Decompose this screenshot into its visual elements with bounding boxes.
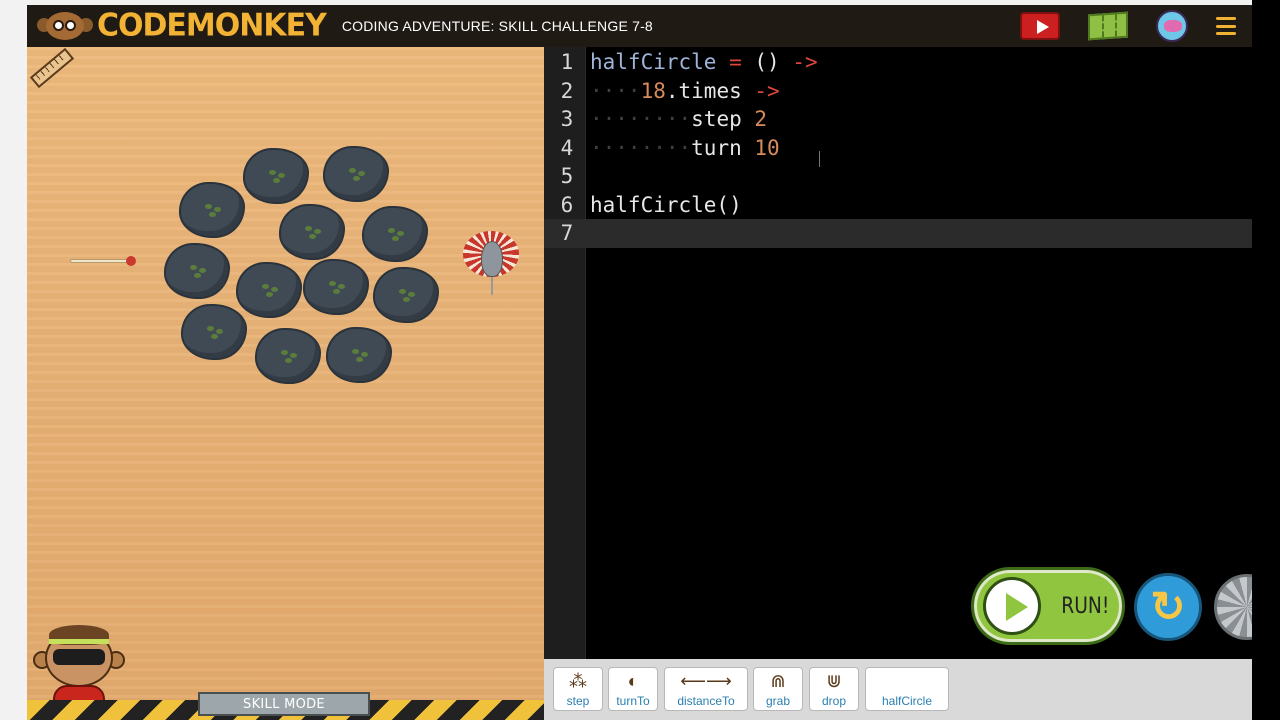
codemonkey-logo[interactable]: CODEMONKEY: [37, 7, 327, 44]
tool-turnTo-button[interactable]: ◐ turnTo: [608, 667, 658, 711]
tool-grab-button[interactable]: ⋒ grab: [753, 667, 803, 711]
rat-target: [463, 227, 519, 295]
line-number: 3: [560, 107, 574, 131]
gear-icon: [1214, 574, 1252, 640]
play-icon: [983, 577, 1041, 635]
tool-drop-button[interactable]: ⋓ drop: [809, 667, 859, 711]
code-line[interactable]: 2 ····18.times ->: [544, 77, 1252, 106]
line-number: 6: [560, 192, 574, 217]
logo-text: CODEMONKEY: [97, 7, 327, 44]
rock: [255, 328, 321, 384]
text-cursor-icon: [819, 151, 823, 167]
menu-icon[interactable]: [1216, 17, 1236, 35]
rock: [323, 146, 389, 202]
code-token: =: [716, 50, 755, 74]
code-line[interactable]: 3 ········step 2: [544, 105, 1252, 134]
run-button[interactable]: RUN!: [971, 567, 1125, 645]
level-title: CODING ADVENTURE: SKILL CHALLENGE 7-8: [341, 18, 653, 34]
code-line[interactable]: 5: [544, 162, 1252, 191]
code-line[interactable]: 7: [544, 219, 1252, 248]
tool-label: turnTo: [616, 694, 650, 708]
tool-label: drop: [821, 694, 847, 708]
top-right-actions: [1020, 10, 1236, 42]
rock: [181, 304, 247, 360]
rock: [179, 182, 245, 238]
code-text: halfCircle(): [590, 191, 742, 220]
line-number: 5: [560, 164, 574, 188]
code-text: halfCircle = () ->: [590, 48, 818, 77]
code-token: ····: [590, 78, 641, 103]
tool-label: halfCircle: [881, 694, 932, 708]
run-label: RUN!: [1061, 593, 1110, 619]
tool-distanceTo-button[interactable]: ⟵⟶ distanceTo: [664, 667, 748, 711]
code-token: ········: [590, 107, 692, 131]
rock: [303, 259, 369, 315]
footprints-icon: ⁂: [569, 670, 587, 691]
monkey-logo-icon: [37, 11, 93, 41]
grab-claw-icon: ⋒: [770, 670, 786, 691]
youtube-play-icon[interactable]: [1020, 12, 1060, 40]
code-token: 18: [640, 78, 666, 103]
rock: [236, 262, 302, 318]
tool-step-button[interactable]: ⁂ step: [553, 667, 603, 711]
rock: [164, 243, 230, 299]
avatar-icon[interactable]: [1156, 10, 1188, 42]
code-token: 2: [754, 107, 768, 131]
rock: [326, 327, 392, 383]
code-token: (): [754, 50, 793, 74]
rock: [362, 206, 428, 262]
distance-arrow-icon: ⟵⟶: [680, 670, 732, 691]
rock: [279, 204, 345, 260]
line-number: 1: [560, 50, 574, 74]
code-token: turn: [691, 135, 755, 160]
code-line[interactable]: 6 halfCircle(): [544, 191, 1252, 220]
line-number: 7: [560, 221, 574, 245]
tool-label: step: [566, 694, 590, 708]
rock: [373, 267, 439, 323]
code-line[interactable]: 1 halfCircle = () ->: [544, 48, 1252, 77]
code-text: ····18.times ->: [590, 77, 780, 106]
code-line[interactable]: 4 ········turn 10: [544, 134, 1252, 163]
code-token: ->: [754, 78, 780, 103]
reset-icon: ↻: [1150, 583, 1186, 630]
code-token: 10: [754, 135, 780, 160]
code-token: halfCircle: [590, 50, 717, 74]
map-icon[interactable]: [1088, 11, 1128, 41]
code-text: ········turn 10: [590, 134, 780, 163]
ruler-icon[interactable]: [29, 47, 75, 89]
top-bar: CODEMONKEY CODING ADVENTURE: SKILL CHALL…: [27, 5, 1252, 47]
code-token: step: [691, 107, 755, 131]
settings-gear-button[interactable]: [1214, 574, 1252, 640]
tool-label: grab: [765, 694, 791, 708]
command-toolbar: ⁂ step ◐ turnTo ⟵⟶ distanceTo ⋒ grab ⋓ drop halfCi…: [544, 659, 1252, 720]
drop-claw-icon: ⋓: [826, 670, 842, 691]
reset-button[interactable]: ↻: [1134, 573, 1202, 641]
right-edge-strip: [1252, 0, 1280, 720]
match-stick: [70, 256, 136, 266]
code-token: halfCircle(): [590, 192, 742, 217]
turn-to-icon: ◐: [627, 670, 639, 691]
tool-label: distanceTo: [677, 694, 735, 708]
skill-mode-badge: SKILL MODE: [198, 692, 370, 716]
line-number: 2: [560, 78, 574, 103]
code-token: ->: [792, 50, 818, 74]
code-text: ········step 2: [590, 105, 767, 134]
rock: [243, 148, 309, 204]
game-board: SKILL MODE: [27, 47, 544, 720]
line-number: 4: [560, 135, 574, 160]
code-editor[interactable]: 1 halfCircle = () -> 2 ····18.times -> 3 ····…: [544, 47, 1252, 659]
code-token: ········: [590, 135, 692, 160]
tool-halfCircle-button[interactable]: halfCircle: [865, 667, 949, 711]
code-token: .times: [665, 78, 755, 103]
